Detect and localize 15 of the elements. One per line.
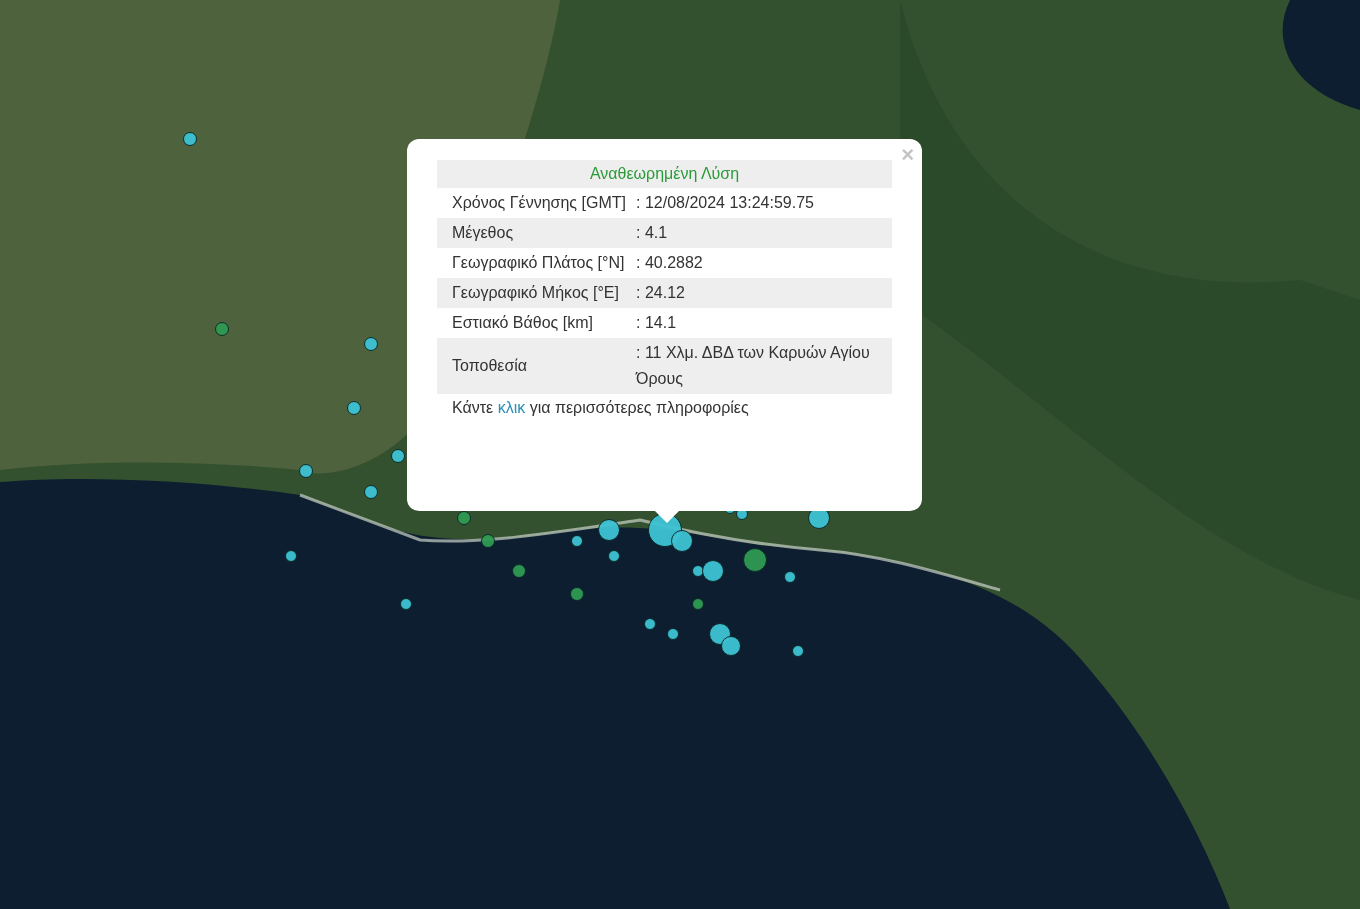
- field-label: Χρόνος Γέννησης [GMT]: [452, 193, 627, 213]
- field-value: : 12/08/2024 13:24:59.75: [636, 193, 815, 213]
- field-value: : 14.1: [636, 313, 678, 333]
- field-label: Γεωγραφικό Μήκος [°E]: [452, 283, 620, 303]
- field-value: : 40.2882: [636, 253, 704, 273]
- popup-title: Αναθεωρημένη Λύση: [437, 160, 892, 188]
- more-info-link[interactable]: κλικ: [497, 399, 526, 416]
- field-label: Γεωγραφικό Πλάτος [°N]: [452, 253, 626, 273]
- field-value: : 11 Χλμ. ΔΒΔ των Καρυών Αγίου Όρους: [636, 343, 871, 389]
- field-label: Εστιακό Βάθος [km]: [452, 313, 594, 333]
- field-label: Τοποθεσία: [452, 356, 529, 376]
- field-label: Μέγεθος: [452, 223, 515, 243]
- more-info-text: Κάντε κλικ για περισσότερες πληροφορίες: [451, 398, 750, 418]
- field-value: : 4.1: [636, 223, 669, 243]
- field-value: : 24.12: [636, 283, 686, 303]
